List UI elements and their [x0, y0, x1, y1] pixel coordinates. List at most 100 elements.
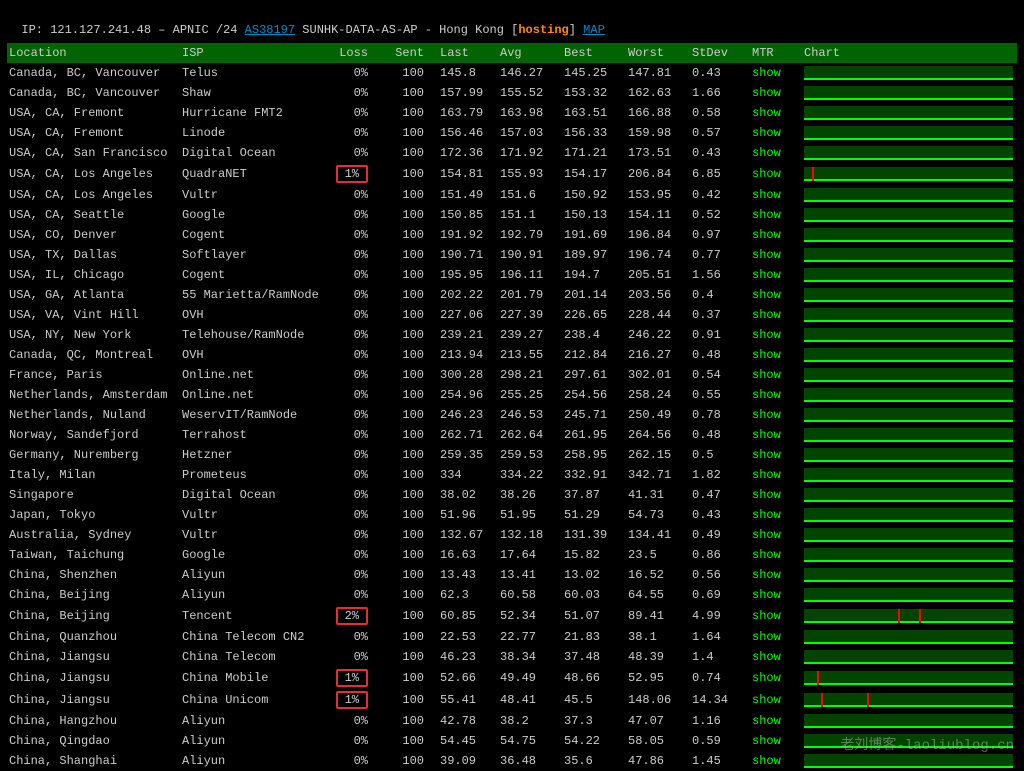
col-worst[interactable]: Worst — [628, 43, 692, 63]
cell-loss: 0% — [328, 83, 384, 103]
cell-location: Japan, Tokyo — [7, 505, 182, 525]
cell-loss: 0% — [328, 245, 384, 265]
cell-chart — [804, 345, 1017, 365]
cell-avg: 155.52 — [500, 83, 564, 103]
mtr-link[interactable]: show — [752, 548, 781, 562]
mtr-link[interactable]: show — [752, 568, 781, 582]
mtr-link[interactable]: show — [752, 588, 781, 602]
cell-location: USA, CA, Seattle — [7, 205, 182, 225]
cell-location: China, Jiangsu — [7, 647, 182, 667]
cell-worst: 216.27 — [628, 345, 692, 365]
cell-mtr: show — [752, 505, 804, 525]
mtr-link[interactable]: show — [752, 714, 781, 728]
mtr-link[interactable]: show — [752, 693, 781, 707]
col-loss[interactable]: Loss — [328, 43, 384, 63]
cell-worst: 205.51 — [628, 265, 692, 285]
mtr-link[interactable]: show — [752, 609, 781, 623]
latency-sparkline — [804, 66, 1013, 80]
cell-stdev: 0.43 — [692, 143, 752, 163]
as-link[interactable]: AS38197 — [245, 23, 295, 37]
cell-stdev: 0.4 — [692, 285, 752, 305]
col-mtr[interactable]: MTR — [752, 43, 804, 63]
mtr-link[interactable]: show — [752, 448, 781, 462]
mtr-link[interactable]: show — [752, 86, 781, 100]
cell-loss: 0% — [328, 711, 384, 731]
col-chart[interactable]: Chart — [804, 43, 1017, 63]
col-location[interactable]: Location — [7, 43, 182, 63]
cell-avg: 157.03 — [500, 123, 564, 143]
col-sent[interactable]: Sent — [384, 43, 440, 63]
cell-chart — [804, 605, 1017, 627]
mtr-link[interactable]: show — [752, 208, 781, 222]
mtr-link[interactable]: show — [752, 488, 781, 502]
cell-best: 21.83 — [564, 627, 628, 647]
cell-avg: 17.64 — [500, 545, 564, 565]
col-avg[interactable]: Avg — [500, 43, 564, 63]
cell-chart — [804, 103, 1017, 123]
cell-location: USA, CO, Denver — [7, 225, 182, 245]
cell-isp: WeservIT/RamNode — [182, 405, 328, 425]
mtr-link[interactable]: show — [752, 167, 781, 181]
cell-mtr: show — [752, 185, 804, 205]
mtr-link[interactable]: show — [752, 248, 781, 262]
map-link[interactable]: MAP — [583, 23, 605, 37]
mtr-link[interactable]: show — [752, 348, 781, 362]
mtr-link[interactable]: show — [752, 288, 781, 302]
mtr-link[interactable]: show — [752, 650, 781, 664]
col-isp[interactable]: ISP — [182, 43, 328, 63]
mtr-link[interactable]: show — [752, 308, 781, 322]
cell-chart — [804, 83, 1017, 103]
cell-isp: Hurricane FMT2 — [182, 103, 328, 123]
mtr-link[interactable]: show — [752, 428, 781, 442]
table-row: USA, CA, Los AngelesQuadraNET1%100154.81… — [7, 163, 1017, 185]
mtr-link[interactable]: show — [752, 754, 781, 768]
cell-mtr: show — [752, 265, 804, 285]
mtr-link[interactable]: show — [752, 188, 781, 202]
cell-sent: 100 — [384, 305, 440, 325]
cell-chart — [804, 485, 1017, 505]
cell-avg: 298.21 — [500, 365, 564, 385]
mtr-link[interactable]: show — [752, 368, 781, 382]
mtr-link[interactable]: show — [752, 268, 781, 282]
cell-loss: 0% — [328, 205, 384, 225]
mtr-link[interactable]: show — [752, 66, 781, 80]
mtr-link[interactable]: show — [752, 528, 781, 542]
cell-last: 39.09 — [440, 751, 500, 771]
table-row: Japan, TokyoVultr0%10051.9651.9551.2954.… — [7, 505, 1017, 525]
cell-last: 262.71 — [440, 425, 500, 445]
mtr-link[interactable]: show — [752, 468, 781, 482]
cell-mtr: show — [752, 405, 804, 425]
cell-stdev: 0.56 — [692, 565, 752, 585]
mtr-link[interactable]: show — [752, 734, 781, 748]
col-best[interactable]: Best — [564, 43, 628, 63]
mtr-link[interactable]: show — [752, 126, 781, 140]
latency-sparkline — [804, 754, 1013, 768]
cell-last: 38.02 — [440, 485, 500, 505]
mtr-link[interactable]: show — [752, 228, 781, 242]
latency-sparkline — [804, 408, 1013, 422]
mtr-link[interactable]: show — [752, 388, 781, 402]
mtr-link[interactable]: show — [752, 328, 781, 342]
cell-chart — [804, 647, 1017, 667]
cell-stdev: 14.34 — [692, 689, 752, 711]
mtr-link[interactable]: show — [752, 146, 781, 160]
cell-last: 46.23 — [440, 647, 500, 667]
mtr-link[interactable]: show — [752, 630, 781, 644]
col-stdev[interactable]: StDev — [692, 43, 752, 63]
cell-chart — [804, 185, 1017, 205]
latency-sparkline — [804, 468, 1013, 482]
mtr-link[interactable]: show — [752, 508, 781, 522]
cell-loss: 0% — [328, 751, 384, 771]
cell-best: 258.95 — [564, 445, 628, 465]
cell-last: 227.06 — [440, 305, 500, 325]
mtr-link[interactable]: show — [752, 408, 781, 422]
mtr-link[interactable]: show — [752, 106, 781, 120]
latency-sparkline — [804, 106, 1013, 120]
cell-last: 195.95 — [440, 265, 500, 285]
mtr-link[interactable]: show — [752, 671, 781, 685]
col-last[interactable]: Last — [440, 43, 500, 63]
latency-sparkline — [804, 167, 1013, 181]
cell-chart — [804, 245, 1017, 265]
cell-mtr: show — [752, 689, 804, 711]
cell-loss: 0% — [328, 485, 384, 505]
